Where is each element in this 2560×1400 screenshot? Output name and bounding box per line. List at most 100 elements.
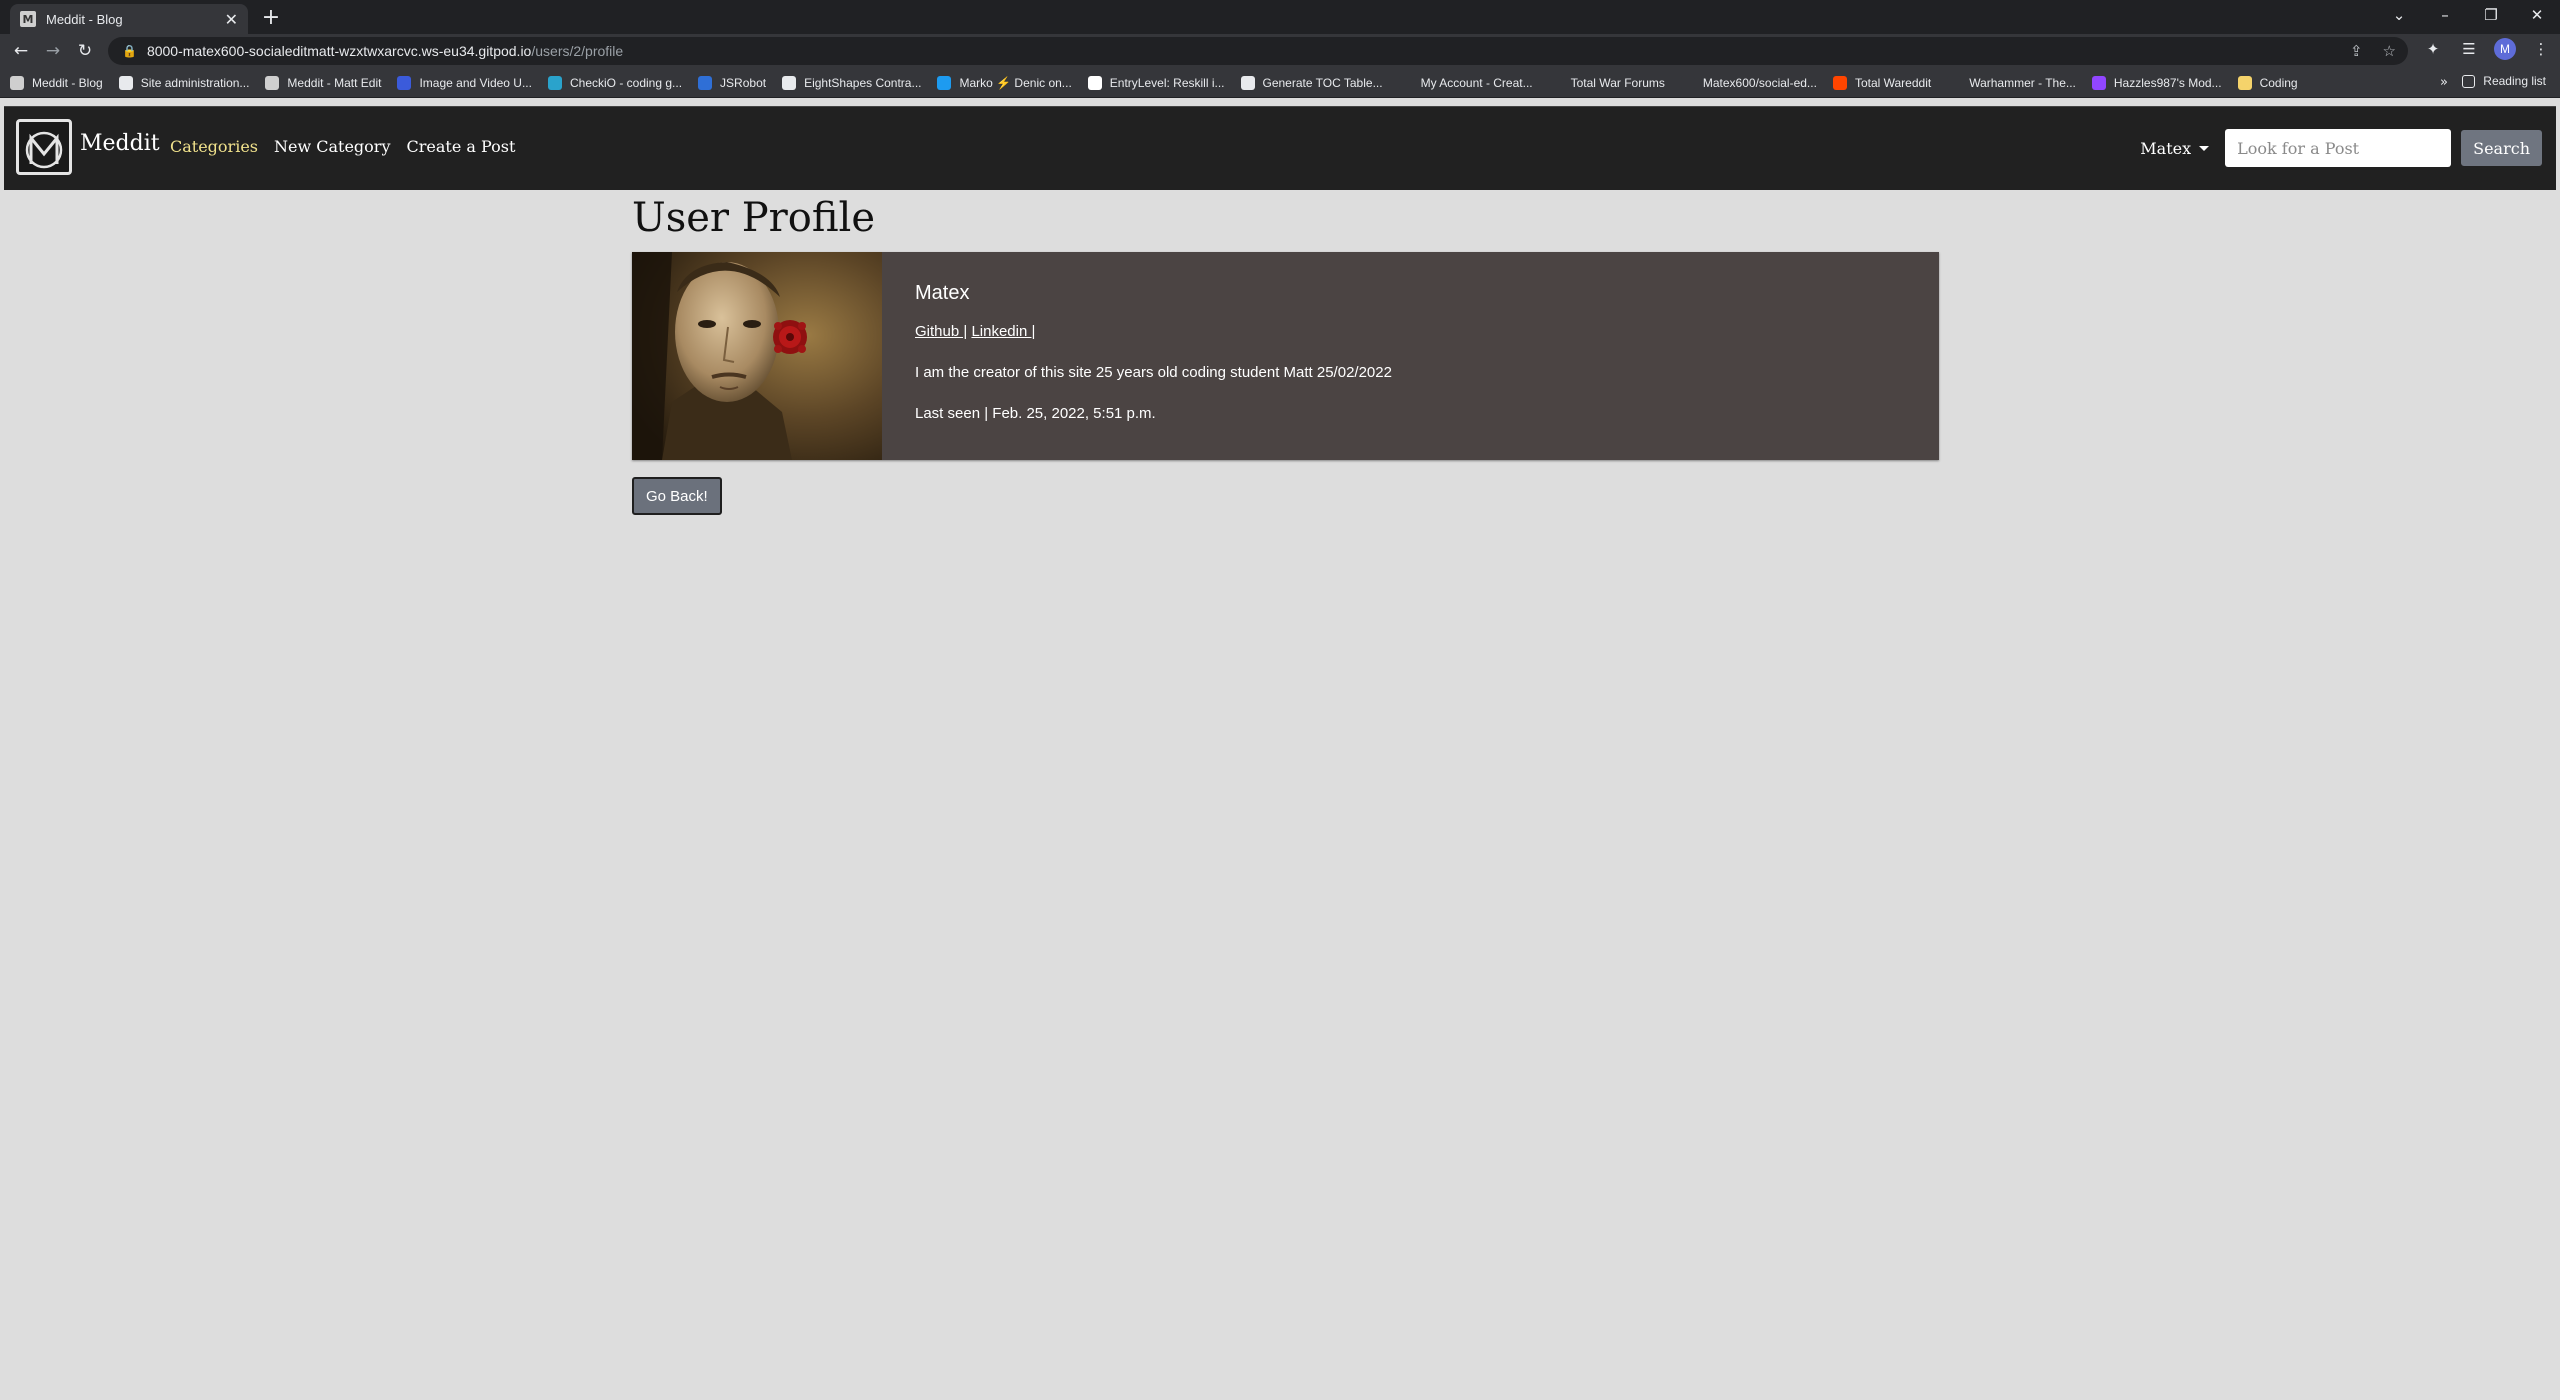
close-window-icon[interactable]: ✕ [2514,0,2560,30]
meddit-favicon-icon: M [20,11,36,27]
search-button[interactable]: Search [2461,130,2542,166]
profile-avatar[interactable]: M [2494,38,2516,60]
brand-name: Meddit [80,130,160,156]
bookmark-label: Matex600/social-ed... [1702,75,1817,90]
profile-card-body: Matex Github | Linkedin | I am the creat… [915,282,1392,422]
bookmark-label: Image and Video U... [419,75,532,90]
profile-photo [632,252,882,460]
twitter-icon [937,75,952,90]
reddit-icon [1832,75,1847,90]
github-icon [1680,75,1695,90]
nav-link-categories[interactable]: Categories [170,137,258,156]
nav-link-create-post[interactable]: Create a Post [407,137,516,156]
bookmark-item[interactable]: Warhammer - The... [1947,75,2076,90]
github-link[interactable]: Github | [915,323,967,340]
bookmark-label: Site administration... [140,75,250,90]
browser-toolbar: ← → ↻ 🔒 8000-matex600-socialeditmatt-wzx… [0,34,2560,68]
nav-link-new-category[interactable]: New Category [274,137,391,156]
checkio-icon [547,75,562,90]
bookmark-label: Total Wareddit [1854,75,1932,90]
browser-tab[interactable]: M Meddit - Blog ✕ [10,4,248,34]
lock-icon[interactable]: 🔒 [122,44,137,58]
bookmark-item[interactable]: Marko ⚡ Denic on... [937,75,1072,90]
forward-arrow-icon[interactable]: → [40,38,66,64]
entrylevel-icon [1087,75,1102,90]
bookmarks-bar: Meddit - Blog Site administration... Meddi… [0,68,2560,98]
bookmark-item[interactable]: Matex600/social-ed... [1680,75,1817,90]
bookmark-label: Hazzles987's Mod... [2113,75,2222,90]
brand-link[interactable]: Meddit [16,119,160,175]
new-tab-button[interactable]: + [258,4,284,30]
globe-icon [782,75,797,90]
bookmark-item[interactable]: EightShapes Contra... [782,75,922,90]
reading-list-label: Reading list [2483,74,2546,88]
bookmark-label: Generate TOC Table... [1262,75,1383,90]
jsrobot-icon [698,75,713,90]
bookmark-item[interactable]: Hazzles987's Mod... [2091,75,2222,90]
close-tab-icon[interactable]: ✕ [225,10,238,29]
last-seen: Last seen | Feb. 25, 2022, 5:51 p.m. [915,405,1156,422]
image-icon [397,75,412,90]
menu-kebab-icon[interactable]: ⋮ [2530,40,2552,58]
django-icon [118,75,133,90]
bookmark-label: Coding [2259,75,2298,90]
share-icon[interactable]: ⇪ [2350,42,2363,60]
bookmark-label: Total War Forums [1570,75,1665,90]
restore-icon[interactable]: ❐ [2468,0,2514,30]
bookmark-item[interactable]: Meddit - Blog [10,75,103,90]
browser-tabstrip: M Meddit - Blog ✕ + ⌄ – ❐ ✕ [0,0,2560,34]
go-back-button[interactable]: Go Back! [632,477,722,515]
extensions-icon[interactable]: ✦ [2422,40,2444,58]
bookmark-item[interactable]: Site administration... [118,75,250,90]
folder-icon [2237,75,2252,90]
nav-links: Categories New Category Create a Post [170,137,515,156]
bookmarks-overflow-icon[interactable]: » [2440,75,2448,90]
minimize-icon[interactable]: – [2422,0,2468,30]
meddit-icon [10,75,24,90]
bookmark-label: Meddit - Blog [32,75,103,90]
reading-list-icon [2462,74,2476,88]
profile-bio: I am the creator of this site 25 years o… [915,364,1392,381]
nav-right: Matex Search [2140,129,2542,167]
bookmark-item[interactable]: Meddit - Matt Edit [265,75,382,90]
reload-icon[interactable]: ↻ [72,38,98,64]
page-title: User Profile [632,195,876,241]
linkedin-link[interactable]: Linkedin | [971,323,1035,340]
search-input[interactable] [2225,129,2452,167]
back-arrow-icon[interactable]: ← [8,38,34,64]
meddit-logo-icon [16,119,72,175]
bookmark-item[interactable]: Total War Forums [1548,75,1665,90]
bookmark-label: Marko ⚡ Denic on... [959,75,1072,90]
globe-icon [1240,75,1255,90]
bookmark-item[interactable]: Coding [2237,75,2298,90]
bookmark-item[interactable]: CheckiO - coding g... [547,75,683,90]
bookmark-item[interactable]: EntryLevel: Reskill i... [1087,75,1225,90]
tab-search-icon[interactable]: ⌄ [2376,0,2422,30]
warhammer-icon [1947,75,1962,90]
bookmark-label: CheckiO - coding g... [569,75,683,90]
reading-list-button[interactable]: Reading list [2462,74,2546,88]
bookmark-item[interactable]: My Account - Creat... [1398,75,1533,90]
bookmark-item[interactable]: Generate TOC Table... [1240,75,1383,90]
bookmark-label: EntryLevel: Reskill i... [1109,75,1225,90]
page-content: Meddit Categories New Category Create a … [0,99,2560,1400]
profile-username: Matex [915,282,970,304]
caret-down-icon [2199,145,2210,151]
bookmark-label: Meddit - Matt Edit [287,75,382,90]
url-path: /users/2/profile [531,43,624,59]
meddit-icon [265,75,280,90]
bookmark-item[interactable]: Total Wareddit [1832,75,1932,90]
url-host: 8000-matex600-socialeditmatt-wzxtwxarcvc… [146,43,532,59]
user-dropdown-label: Matex [2140,138,2192,158]
media-control-icon[interactable]: ☰ [2458,40,2480,58]
bookmark-star-icon[interactable]: ☆ [2383,42,2396,60]
bookmark-label: EightShapes Contra... [804,75,922,90]
bookmark-item[interactable]: Image and Video U... [397,75,532,90]
user-dropdown[interactable]: Matex [2140,138,2210,158]
window-controls: ⌄ – ❐ ✕ [2376,0,2560,30]
totalwar-icon [1548,75,1563,90]
address-bar[interactable]: 🔒 8000-matex600-socialeditmatt-wzxtwxarc… [108,37,2408,65]
bookmark-item[interactable]: JSRobot [698,75,766,90]
tab-title: Meddit - Blog [46,11,123,27]
profile-links: Github | Linkedin | [915,323,1392,340]
